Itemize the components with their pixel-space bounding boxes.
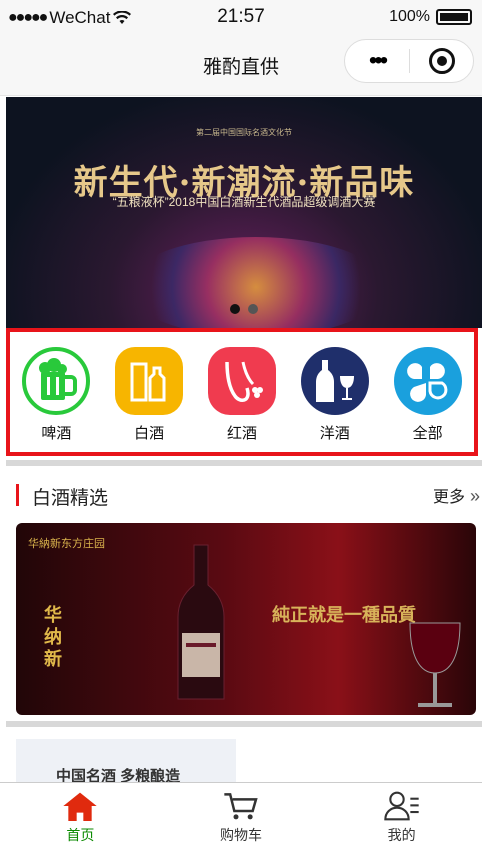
wine-bottle-graphic (177, 544, 225, 700)
battery-icon (436, 9, 472, 25)
section-header: 白酒精选 更多 » (6, 478, 482, 512)
banner-subtitle: “五粮液杯”2018中国白酒新生代酒品超级调酒大赛 (112, 195, 376, 209)
profile-icon (383, 791, 419, 821)
section-title: 白酒精选 (32, 488, 109, 509)
carousel-pager (6, 304, 482, 314)
brand-logo: 华納新东方庄园 (28, 538, 105, 550)
tab-label: 购物车 (220, 827, 262, 843)
mini-program-capsule: ••• (344, 39, 474, 83)
banner-splash-graphic (126, 237, 386, 328)
battery-percent: 100% (389, 8, 430, 25)
cart-icon (224, 793, 258, 820)
baijiu-bottle-icon (114, 346, 184, 416)
more-link[interactable]: 更多 » (433, 483, 480, 507)
section-divider (6, 721, 482, 727)
red-wine-icon (207, 346, 277, 416)
category-all[interactable]: 全部 (388, 346, 468, 452)
battery-status: 100% (389, 8, 472, 26)
double-chevron-right-icon: » (464, 486, 480, 506)
category-beer[interactable]: 啤酒 (16, 346, 96, 452)
bottom-tab-bar: 首页 购物车 我的 (0, 782, 482, 845)
category-baijiu[interactable]: 白酒 (109, 346, 189, 452)
tab-label: 首页 (66, 827, 95, 843)
more-label: 更多 (432, 489, 465, 506)
tab-profile[interactable]: 我的 (321, 783, 482, 845)
wine-glass-graphic (409, 622, 461, 707)
promo-motto: 純正就是一種品質 (272, 605, 416, 626)
category-label: 啤酒 (41, 425, 72, 442)
beer-mug-icon (21, 346, 91, 416)
tab-cart[interactable]: 购物车 (161, 783, 322, 845)
category-label: 洋酒 (319, 425, 350, 442)
tab-label: 我的 (387, 827, 416, 843)
close-button[interactable] (410, 48, 473, 74)
home-icon (63, 792, 97, 821)
record-circle-icon (428, 48, 455, 74)
category-label: 白酒 (134, 425, 165, 442)
all-categories-icon (393, 346, 463, 416)
category-grid: 啤酒 白酒 红酒 洋酒 全部 (6, 328, 478, 456)
tab-home[interactable]: 首页 (0, 783, 161, 845)
banner-carousel[interactable]: 第二届中国国际名酒文化节 新生代·新潮流·新品味 “五粮液杯”2018中国白酒新… (6, 97, 482, 328)
navigation-bar: 雅酌直供 ••• (0, 36, 482, 96)
category-foreign-liquor[interactable]: 洋酒 (295, 346, 375, 452)
section-divider (6, 460, 482, 466)
pager-dot[interactable] (248, 304, 258, 314)
pager-dot-active[interactable] (230, 304, 240, 314)
category-red-wine[interactable]: 红酒 (202, 346, 282, 452)
featured-product-banner[interactable]: 华納新东方庄园 华纳新 純正就是一種品質 (16, 523, 476, 715)
section-accent-bar (16, 484, 19, 506)
category-label: 全部 (412, 425, 443, 442)
category-label: 红酒 (226, 425, 257, 442)
wine-bottle-glass-icon (300, 346, 370, 416)
status-bar: ●●●●● WeChat 21:57 100% (0, 0, 482, 36)
banner-top-line: 第二届中国国际名酒文化节 (196, 128, 292, 137)
more-dots-icon[interactable]: ••• (345, 49, 409, 73)
promo-side-text: 华纳新 (44, 605, 62, 670)
